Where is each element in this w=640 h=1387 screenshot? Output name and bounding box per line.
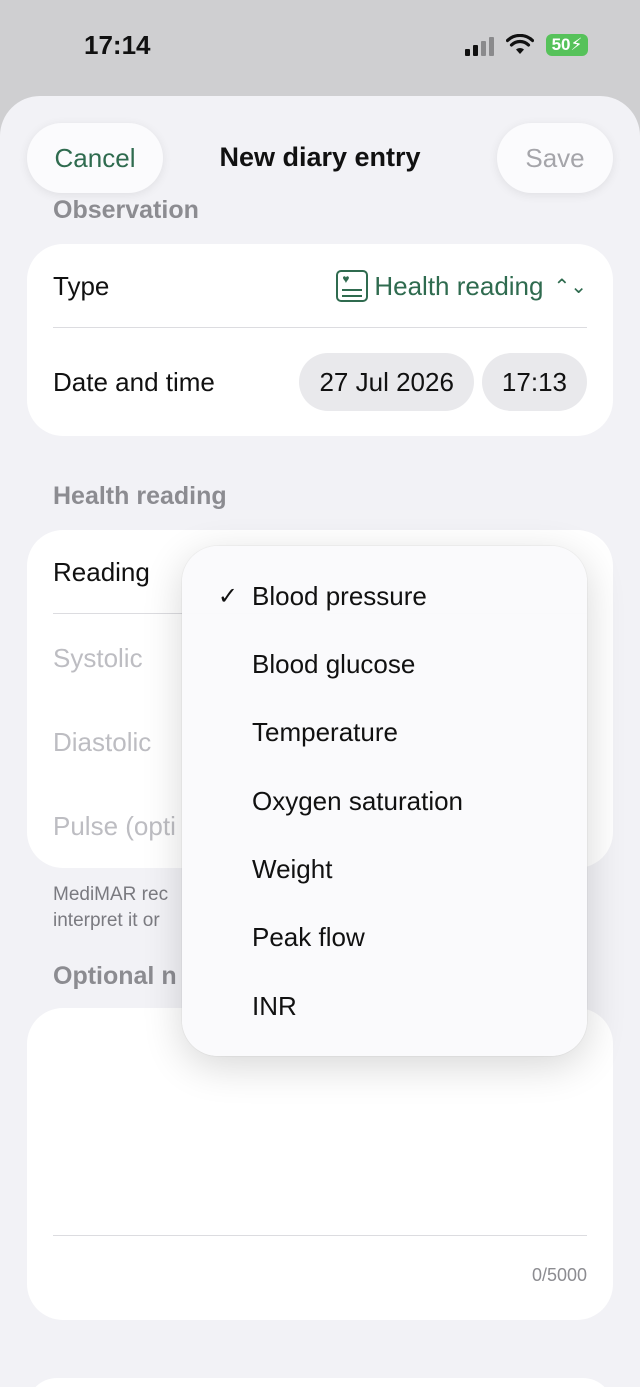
menu-item-blood-pressure[interactable]: ✓ Blood pressure [182, 562, 587, 630]
checkmark-icon: ✓ [217, 582, 238, 610]
observation-section-header: Observation [53, 196, 199, 224]
menu-item-label: Peak flow [252, 921, 365, 952]
cellular-signal-icon [465, 34, 494, 56]
status-bar: 17:14 50⚡ [0, 0, 640, 96]
health-reading-section-header: Health reading [53, 482, 227, 510]
diastolic-label: Diastolic [53, 726, 152, 757]
observation-card: Type Health reading ⌃⌄ Date and time 27 … [27, 244, 613, 436]
menu-item-label: Blood pressure [252, 580, 427, 611]
date-picker[interactable]: 27 Jul 2026 [299, 353, 474, 411]
battery-level: 50 [551, 35, 571, 54]
menu-item-inr[interactable]: INR [182, 972, 587, 1040]
type-label: Type [53, 270, 110, 301]
divider [53, 327, 587, 328]
reading-type-menu: ✓ Blood pressure Blood glucose Temperatu… [182, 546, 587, 1056]
chevron-updown-icon: ⌃⌄ [553, 275, 587, 298]
reading-label: Reading [53, 556, 150, 587]
character-counter: 0/5000 [531, 1265, 587, 1285]
type-row[interactable]: Type Health reading ⌃⌄ [53, 244, 587, 328]
save-button[interactable]: Save [497, 123, 613, 193]
status-time: 17:14 [84, 30, 151, 60]
menu-item-blood-glucose[interactable]: Blood glucose [182, 630, 587, 698]
menu-item-label: Blood glucose [252, 648, 416, 679]
notes-section-header: Optional n [53, 962, 177, 990]
notes-textarea[interactable] [53, 1028, 587, 1228]
type-picker[interactable]: Health reading ⌃⌄ [336, 270, 587, 302]
health-reading-icon [336, 270, 369, 302]
datetime-label: Date and time [53, 366, 215, 397]
menu-item-label: Oxygen saturation [252, 785, 464, 816]
datetime-row: Date and time 27 Jul 2026 17:13 [53, 340, 587, 424]
battery-icon: 50⚡ [546, 34, 588, 56]
pulse-label: Pulse (opti [53, 810, 176, 841]
menu-item-label: INR [252, 990, 297, 1021]
menu-item-weight[interactable]: Weight [182, 835, 587, 903]
status-icons: 50⚡ [465, 34, 588, 56]
time-picker[interactable]: 17:13 [481, 353, 587, 411]
next-card [27, 1378, 613, 1387]
menu-item-peak-flow[interactable]: Peak flow [182, 903, 587, 971]
type-value: Health reading [374, 270, 544, 301]
systolic-label: Systolic [53, 642, 143, 673]
menu-item-label: Weight [252, 853, 333, 884]
menu-item-oxygen-saturation[interactable]: Oxygen saturation [182, 767, 587, 835]
menu-item-temperature[interactable]: Temperature [182, 698, 587, 766]
menu-item-label: Temperature [252, 716, 398, 747]
wifi-icon [506, 34, 534, 54]
divider [53, 1235, 587, 1236]
